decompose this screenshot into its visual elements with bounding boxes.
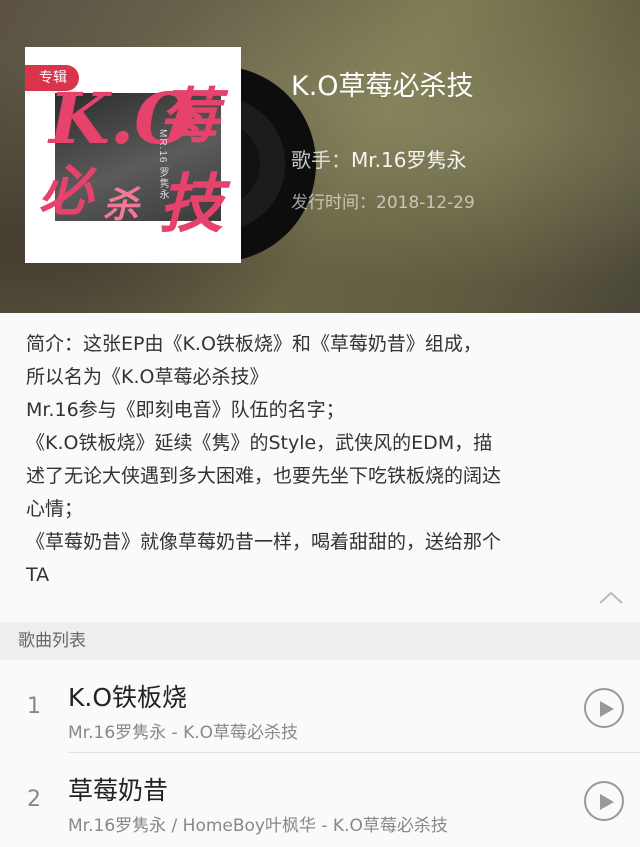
song-title: 草莓奶昔: [68, 776, 169, 805]
intro-line: TA: [26, 564, 50, 586]
song-index: 2: [27, 787, 41, 812]
song-meta: Mr.16罗隽永 - K.O草莓必杀技: [68, 723, 299, 743]
release-label: 发行时间：: [291, 193, 376, 213]
song-list-header: 歌曲列表: [0, 622, 640, 660]
intro-line: 简介：这张EP由《K.O铁板烧》和《草莓奶昔》组成，: [26, 333, 482, 355]
artist-label: 歌手：: [291, 148, 351, 172]
album-intro[interactable]: 简介：这张EP由《K.O铁板烧》和《草莓奶昔》组成， 所以名为《K.O草莓必杀技…: [26, 328, 626, 592]
song-index: 1: [27, 694, 41, 719]
song-meta: Mr.16罗隽永 / HomeBoy叶枫华 - K.O草莓必杀技: [68, 816, 448, 836]
album-title: K.O草莓必杀技: [291, 71, 474, 102]
artist-name[interactable]: Mr.16罗隽永: [351, 148, 466, 172]
album-header: K.O 莓 必 杀 技 MR.16 罗隽永 专辑 K.O草莓必杀技 歌手：Mr.…: [0, 0, 640, 313]
artist-row[interactable]: 歌手：Mr.16罗隽永: [291, 144, 466, 173]
cover-caption: MR.16 罗隽永: [157, 129, 168, 201]
intro-line: 述了无论大侠遇到多大困难，也要先坐下吃铁板烧的阔达: [26, 465, 502, 487]
cover-title-art: K.O 莓 必 杀 技: [39, 77, 223, 242]
intro-line: 《草莓奶昔》就像草莓奶昔一样，喝着甜甜的，送给那个: [26, 531, 502, 553]
song-title: K.O铁板烧: [68, 683, 188, 712]
intro-line: 心情；: [26, 498, 84, 520]
intro-line: Mr.16参与《即刻电音》队伍的名字；: [26, 399, 345, 421]
album-tag-badge: 专辑: [25, 65, 79, 91]
chevron-up-icon[interactable]: [598, 590, 624, 606]
release-date: 2018-12-29: [376, 193, 475, 213]
intro-line: 所以名为《K.O草莓必杀技》: [26, 366, 269, 388]
song-row[interactable]: 2 草莓奶昔 Mr.16罗隽永 / HomeBoy叶枫华 - K.O草莓必杀技: [0, 753, 640, 845]
intro-line: 《K.O铁板烧》延续《隽》的Style，武侠风的EDM，描: [26, 432, 493, 454]
play-icon[interactable]: [584, 688, 624, 728]
play-icon[interactable]: [584, 781, 624, 821]
release-row: 发行时间：2018-12-29: [291, 188, 475, 213]
song-row[interactable]: 1 K.O铁板烧 Mr.16罗隽永 - K.O草莓必杀技: [0, 660, 640, 752]
